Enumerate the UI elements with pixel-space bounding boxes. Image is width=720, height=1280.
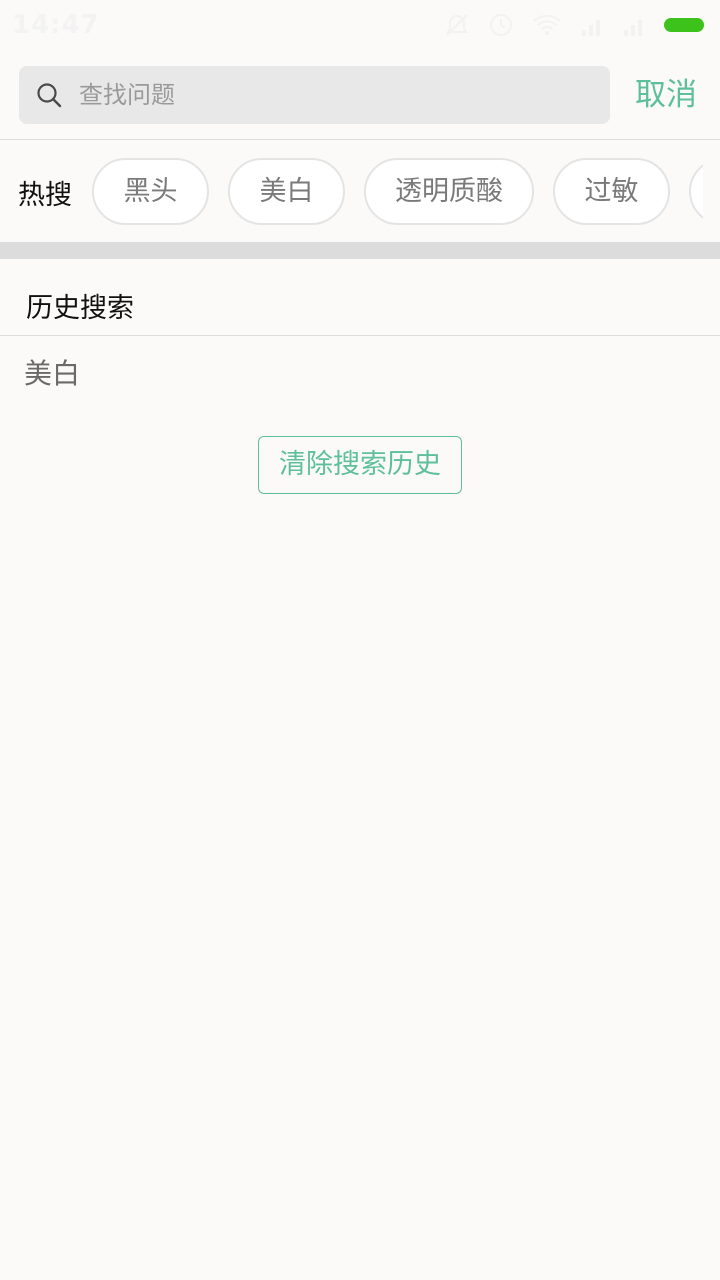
status-time: 14:47 xyxy=(12,10,100,40)
history-title: 历史搜索 xyxy=(26,293,134,324)
hot-tag-hyaluronic-acid[interactable]: 透明质酸 xyxy=(364,158,534,225)
battery-icon xyxy=(664,18,704,32)
clock-icon xyxy=(488,12,514,38)
search-box[interactable] xyxy=(19,66,610,124)
wifi-icon xyxy=(532,12,562,38)
status-bar: 14:47 xyxy=(0,0,720,50)
hot-tag-allergy[interactable]: 过敏 xyxy=(553,158,670,225)
history-item[interactable]: 美白 xyxy=(24,352,80,392)
clear-history-button[interactable]: 清除搜索历史 xyxy=(258,436,462,494)
hot-search-label: 热搜 xyxy=(18,180,72,211)
hot-tag-whitening[interactable]: 美白 xyxy=(228,158,345,225)
status-icons xyxy=(444,12,704,38)
search-icon xyxy=(36,82,62,108)
signal-icon xyxy=(580,12,604,38)
section-divider xyxy=(0,242,720,259)
signal-icon xyxy=(622,12,646,38)
search-input[interactable] xyxy=(79,66,599,124)
hot-search-bar: 热搜 黑头 美白 透明质酸 过敏 xyxy=(0,141,720,242)
cancel-button[interactable]: 取消 xyxy=(628,72,704,118)
search-bar: 取消 xyxy=(0,50,720,140)
history-header: 历史搜索 xyxy=(0,259,720,336)
hot-tag-blackhead[interactable]: 黑头 xyxy=(92,158,209,225)
hot-row-edge xyxy=(703,141,720,242)
alarm-off-icon xyxy=(444,12,470,38)
